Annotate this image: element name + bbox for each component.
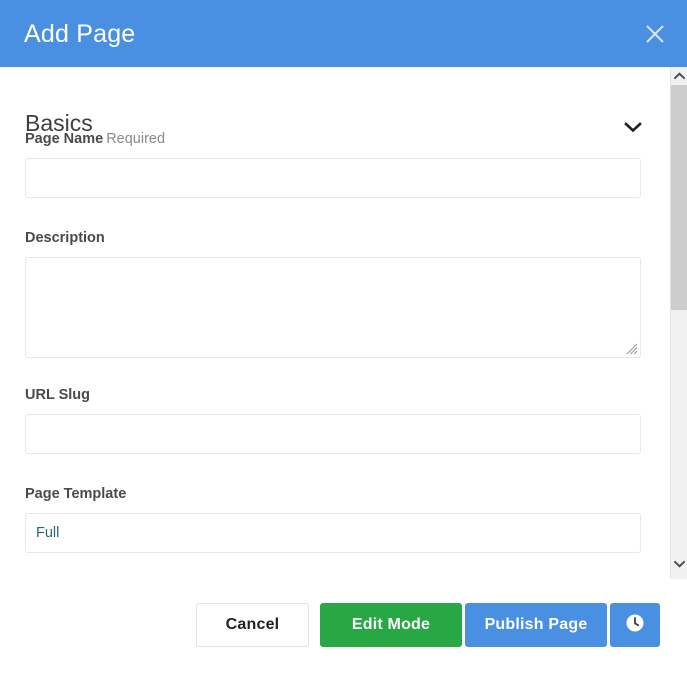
- clock-icon: [625, 613, 645, 638]
- description-label: Description: [25, 230, 105, 246]
- field-page-name: Page Name Required: [25, 129, 645, 198]
- modal-footer: Cancel Edit Mode Publish Page: [0, 579, 687, 675]
- description-textarea[interactable]: [25, 257, 641, 358]
- chevron-down-icon[interactable]: [671, 555, 687, 572]
- schedule-button[interactable]: [610, 603, 660, 647]
- close-icon[interactable]: [638, 17, 672, 51]
- field-page-template: Page Template Full: [25, 484, 645, 553]
- url-slug-label: URL Slug: [25, 387, 90, 403]
- page-name-label-text: Page Name: [25, 131, 104, 147]
- modal-body: Basics Page Name Required Description UR…: [0, 67, 670, 579]
- publish-page-button[interactable]: Publish Page: [465, 603, 607, 647]
- url-slug-input[interactable]: [25, 414, 641, 454]
- page-name-required-text: Required: [106, 131, 166, 147]
- cancel-button[interactable]: Cancel: [196, 603, 309, 647]
- scrollbar-thumb[interactable]: [671, 85, 687, 310]
- add-page-modal: Add Page Basics Page Name Required Descr…: [0, 0, 687, 675]
- vertical-scrollbar[interactable]: [670, 67, 687, 579]
- page-name-label: Page Name Required: [25, 129, 645, 149]
- basics-section-header[interactable]: Basics: [25, 67, 645, 136]
- description-wrapper: [25, 257, 641, 358]
- field-url-slug: URL Slug: [25, 385, 645, 454]
- page-template-label: Page Template: [25, 486, 127, 502]
- page-template-select[interactable]: Full: [25, 513, 641, 553]
- modal-header: Add Page: [0, 0, 687, 67]
- edit-mode-button[interactable]: Edit Mode: [320, 603, 462, 647]
- page-name-input[interactable]: [25, 158, 641, 198]
- field-description: Description: [25, 228, 645, 358]
- chevron-up-icon[interactable]: [671, 67, 687, 84]
- page-title: Add Page: [24, 20, 136, 48]
